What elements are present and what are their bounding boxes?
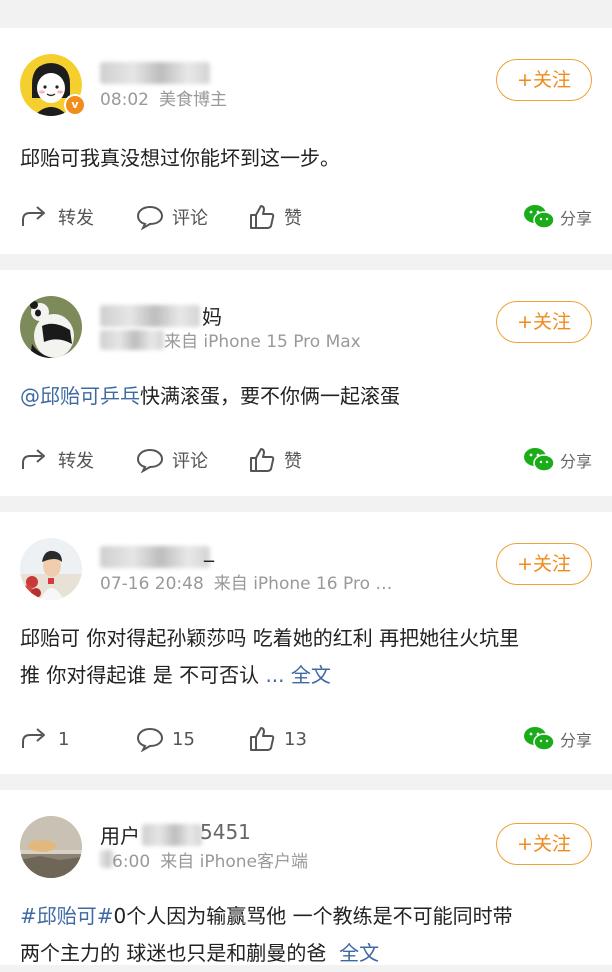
repost-icon xyxy=(22,206,45,226)
read-more-link[interactable]: ... 全文 xyxy=(265,663,330,687)
verified-badge-icon: v xyxy=(64,94,86,116)
post-source: 来自 iPhone 16 Pro … xyxy=(213,574,393,594)
follow-button[interactable]: +关注 xyxy=(496,59,592,101)
post-text: #邱贻可#0个人因为输赢骂他 一个教练是不可能同时带 两个主力的 球迷也只是和蒯… xyxy=(20,904,513,965)
wechat-icon xyxy=(523,727,555,751)
like-label: 赞 xyxy=(284,451,302,472)
comment-icon xyxy=(136,448,164,473)
comment-button[interactable]: 评论 xyxy=(136,200,208,234)
post-text: @邱贻可乒乓快满滚蛋，要不你俩一起滚蛋 xyxy=(20,384,400,408)
thumbs-up-icon xyxy=(250,205,275,229)
username-tail: _ xyxy=(204,538,214,562)
post-meta: 07-16 20:48 来自 iPhone 16 Pro … xyxy=(100,569,402,594)
hashtag-link[interactable]: #邱贻可# xyxy=(20,904,114,928)
share-label: 分享 xyxy=(559,452,592,471)
like-button[interactable]: 13 xyxy=(248,722,307,756)
post-card: v 08:02 美食博主 +关注 邱贻可我真没想过你能坏到这一步。 转发 评论 赞… xyxy=(0,28,612,254)
mention-link[interactable]: @邱贻可乒乓 xyxy=(20,384,140,408)
repost-label: 转发 xyxy=(58,208,94,229)
username-blurred[interactable] xyxy=(100,62,210,84)
repost-button[interactable]: 转发 xyxy=(20,443,94,477)
post-card: _ 07-16 20:48 来自 iPhone 16 Pro … +关注 邱贻可 … xyxy=(0,512,612,774)
share-label: 分享 xyxy=(559,731,592,750)
user-tag: 美食博主 xyxy=(159,90,227,110)
username-tail: 妈 xyxy=(202,305,222,329)
meta-blurred xyxy=(100,330,164,350)
comment-label: 评论 xyxy=(172,208,208,229)
post-time: 08:02 xyxy=(100,90,149,110)
comment-icon xyxy=(136,205,164,230)
action-bar: 转发 评论 赞 分享 xyxy=(20,443,592,477)
wechat-icon xyxy=(523,448,555,472)
post-card: 妈 来自 iPhone 15 Pro Max +关注 @邱贻可乒乓快满滚蛋，要不… xyxy=(0,270,612,496)
comment-button[interactable]: 15 xyxy=(136,722,195,756)
repost-count: 1 xyxy=(58,728,70,750)
post-meta: 来自 iPhone 15 Pro Max xyxy=(164,327,371,352)
like-button[interactable]: 赞 xyxy=(248,443,302,477)
post-card: 用户 5451 6:00 来自 iPhone客户端 +关注 #邱贻可#0个人因为输… xyxy=(0,790,612,965)
avatar[interactable] xyxy=(20,296,82,358)
like-button[interactable]: 赞 xyxy=(248,200,302,234)
read-more-link[interactable]: 全文 xyxy=(339,941,379,965)
action-bar: 1 15 13 分享 xyxy=(20,722,592,756)
share-label: 分享 xyxy=(559,209,592,228)
post-meta: 6:00 来自 iPhone客户端 xyxy=(112,847,318,872)
avatar[interactable] xyxy=(20,816,82,878)
repost-icon xyxy=(22,728,45,748)
repost-button[interactable]: 转发 xyxy=(20,200,94,234)
person-avatar xyxy=(20,538,82,600)
like-label: 赞 xyxy=(284,208,302,229)
post-source: 来自 iPhone客户端 xyxy=(160,852,308,872)
repost-button[interactable]: 1 xyxy=(20,722,69,756)
username-blurred[interactable] xyxy=(142,824,202,846)
thumbs-up-icon xyxy=(250,727,275,751)
repost-icon xyxy=(22,449,45,469)
wechat-icon xyxy=(523,205,555,229)
follow-button[interactable]: +关注 xyxy=(496,823,592,865)
username-tail: 5451 xyxy=(200,820,251,844)
comment-icon xyxy=(136,727,164,752)
post-text: 邱贻可 你对得起孙颖莎吗 吃着她的红利 再把她往火坑里 推 你对得起谁 是 不可… xyxy=(20,626,520,687)
post-source: 来自 iPhone 15 Pro Max xyxy=(164,332,361,352)
username-head: 用户 xyxy=(100,824,140,848)
follow-button[interactable]: +关注 xyxy=(496,301,592,343)
post-meta: 08:02 美食博主 xyxy=(100,85,237,110)
action-bar: 转发 评论 赞 分享 xyxy=(20,200,592,234)
weibo-feed: v 08:02 美食博主 +关注 邱贻可我真没想过你能坏到这一步。 转发 评论 赞… xyxy=(0,0,612,965)
thumbs-up-icon xyxy=(250,448,275,472)
comment-count: 15 xyxy=(172,728,195,750)
repost-label: 转发 xyxy=(58,451,94,472)
share-button[interactable]: 分享 xyxy=(522,443,592,477)
avatar[interactable] xyxy=(20,538,82,600)
share-button[interactable]: 分享 xyxy=(522,200,592,234)
comment-button[interactable]: 评论 xyxy=(136,443,208,477)
like-count: 13 xyxy=(284,728,307,750)
comment-label: 评论 xyxy=(172,451,208,472)
username-blurred[interactable] xyxy=(100,546,210,568)
post-time: 07-16 20:48 xyxy=(100,574,204,594)
sunset-avatar xyxy=(20,816,82,878)
panda-avatar xyxy=(20,296,82,358)
share-button[interactable]: 分享 xyxy=(522,722,592,756)
post-text: 邱贻可我真没想过你能坏到这一步。 xyxy=(20,146,340,170)
post-time: 6:00 xyxy=(112,852,151,872)
username-blurred[interactable] xyxy=(100,305,200,327)
follow-button[interactable]: +关注 xyxy=(496,543,592,585)
